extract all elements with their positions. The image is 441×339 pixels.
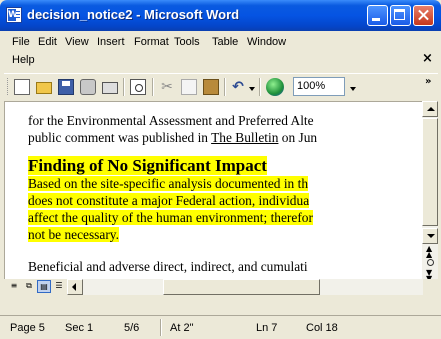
document-area[interactable]: for the Environmental Assessment and Pre…	[4, 101, 422, 279]
web-toolbar-icon[interactable]	[266, 78, 284, 96]
maximize-button[interactable]	[390, 5, 411, 26]
doc-line: not be necessary.	[28, 226, 422, 243]
zoom-dropdown-arrow-icon[interactable]	[350, 87, 356, 91]
menu-table[interactable]: Table	[212, 33, 238, 51]
doc-line: does not constitute a major Federal acti…	[28, 192, 422, 209]
highlighted-text: affect the quality of the human environm…	[28, 210, 313, 225]
undo-dropdown-arrow-icon[interactable]	[249, 87, 255, 91]
horizontal-scrollbar[interactable]	[83, 279, 423, 295]
copy-icon[interactable]	[181, 79, 197, 95]
standard-toolbar: ✂ ↶ 100% »	[4, 73, 438, 99]
cut-icon[interactable]: ✂	[159, 79, 175, 95]
close-document-icon[interactable]: ×	[422, 51, 433, 67]
print-preview-icon[interactable]	[130, 79, 146, 95]
menu-format[interactable]: Format	[134, 33, 169, 51]
vertical-scrollbar[interactable]: ▲▲ ▼▼	[422, 101, 438, 283]
web-layout-view-icon[interactable]: ⧉	[22, 280, 36, 293]
menu-help[interactable]: Help	[12, 51, 35, 69]
status-section: Sec 1	[65, 322, 94, 334]
toolbar-separator	[152, 78, 154, 96]
permission-icon[interactable]	[80, 79, 96, 95]
menu-bar: File Edit View Insert Format Tools Table…	[4, 31, 438, 71]
menu-insert[interactable]: Insert	[97, 33, 125, 51]
document-text[interactable]: for the Environmental Assessment and Pre…	[28, 112, 422, 275]
section-heading: Finding of No Significant Impact	[28, 156, 422, 175]
highlighted-text: not be necessary.	[28, 227, 119, 242]
print-icon[interactable]	[102, 82, 118, 94]
menu-file[interactable]: File	[12, 33, 30, 51]
menu-window[interactable]: Window	[247, 33, 286, 51]
doc-line: affect the quality of the human environm…	[28, 209, 422, 226]
publication-name: The Bulletin	[211, 130, 279, 145]
menu-edit[interactable]: Edit	[38, 33, 57, 51]
print-layout-view-icon[interactable]: ▤	[37, 280, 51, 293]
horizontal-bar: ≡ ⧉ ▤ ☰	[4, 279, 438, 295]
toolbar-options-icon[interactable]: »	[425, 77, 431, 87]
status-page: Page 5	[10, 322, 45, 334]
status-column: Col 18	[306, 322, 338, 334]
status-bar: Page 5 Sec 1 5/6 At 2" Ln 7 Col 18	[0, 315, 441, 339]
status-page-count: 5/6	[124, 322, 140, 334]
status-at: At 2"	[170, 322, 194, 334]
scroll-down-button[interactable]	[422, 228, 438, 244]
highlighted-text: does not constitute a major Federal acti…	[28, 193, 310, 208]
highlighted-text: Based on the site-specific analysis docu…	[28, 176, 309, 191]
word-app-icon[interactable]: W	[6, 7, 22, 23]
word-window: W decision_notice2 - Microsoft Word File…	[0, 0, 441, 339]
doc-text: public comment was published in	[28, 130, 212, 145]
doc-line: for the Environmental Assessment and Pre…	[28, 113, 314, 128]
paste-icon[interactable]	[203, 79, 219, 95]
select-browse-object-icon[interactable]	[427, 259, 434, 266]
status-separator	[160, 319, 162, 336]
menu-view[interactable]: View	[65, 33, 89, 51]
vertical-scroll-thumb[interactable]	[422, 118, 438, 226]
heading-text: Finding of No Significant Impact	[28, 156, 267, 175]
previous-page-icon[interactable]: ▲ ▲	[426, 245, 432, 259]
toolbar-separator	[259, 78, 261, 96]
zoom-box[interactable]: 100%	[293, 77, 345, 96]
normal-view-icon[interactable]: ≡	[7, 280, 21, 293]
doc-line: Beneficial and adverse direct, indirect,…	[28, 259, 308, 274]
toolbar-grip[interactable]	[7, 78, 11, 95]
undo-icon[interactable]: ↶	[230, 79, 246, 95]
doc-text: on Jun	[278, 130, 318, 145]
save-icon[interactable]	[58, 79, 74, 95]
close-button[interactable]	[413, 5, 434, 26]
toolbar-separator	[123, 78, 125, 96]
menu-tools[interactable]: Tools	[174, 33, 200, 51]
status-line: Ln 7	[256, 322, 278, 334]
outline-view-icon[interactable]: ☰	[52, 280, 66, 293]
doc-line: public comment was published in The Bull…	[28, 129, 422, 146]
toolbar-separator	[224, 78, 226, 96]
open-folder-icon[interactable]	[36, 82, 52, 94]
horizontal-scroll-thumb[interactable]	[163, 279, 320, 295]
minimize-button[interactable]	[367, 5, 388, 26]
doc-line: Based on the site-specific analysis docu…	[28, 175, 422, 192]
new-document-icon[interactable]	[14, 79, 30, 95]
scroll-up-button[interactable]	[422, 101, 438, 117]
title-bar[interactable]: W decision_notice2 - Microsoft Word	[0, 0, 441, 31]
scroll-left-button[interactable]	[67, 279, 83, 295]
window-title: decision_notice2 - Microsoft Word	[27, 7, 240, 22]
